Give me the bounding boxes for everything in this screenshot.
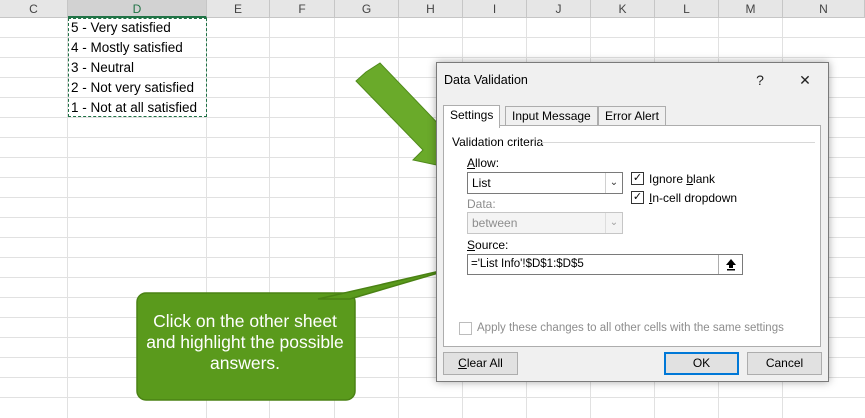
column-header-l[interactable]: L	[655, 0, 719, 18]
source-input-value: ='List Info'!$D$1:$D$5	[471, 258, 584, 270]
source-label-text: ource:	[475, 238, 509, 252]
tab-error-alert[interactable]: Error Alert	[598, 106, 667, 126]
settings-panel: Validation criteria Allow: List ⌄ ✓ Igno…	[443, 125, 821, 347]
allow-dropdown-value: List	[472, 176, 491, 190]
close-button[interactable]: ✕	[794, 69, 816, 91]
source-label-accesskey: S	[467, 238, 476, 252]
allow-dropdown[interactable]: List ⌄	[467, 172, 623, 194]
apply-all-label: Apply these changes to all other cells w…	[477, 322, 784, 334]
column-header-c[interactable]: C	[0, 0, 68, 18]
column-header-n[interactable]: N	[783, 0, 865, 18]
callout-text: Click on the other sheet and highlight t…	[146, 311, 344, 373]
data-dropdown-value: between	[472, 216, 518, 230]
column-header-row: C D E F G H I J K L M N	[0, 0, 865, 18]
column-header-j[interactable]: J	[527, 0, 591, 18]
data-label: Data:	[467, 197, 496, 211]
ignore-blank-label[interactable]: Ignore blank	[649, 172, 715, 186]
allow-label-text: llow:	[475, 156, 500, 170]
copy-selection-border	[68, 18, 207, 117]
ignore-blank-label-text-end: lank	[693, 172, 716, 186]
data-validation-dialog: Data Validation ? ✕ Settings Input Messa…	[436, 62, 829, 382]
ok-button[interactable]: OK	[664, 352, 739, 375]
allow-label-accesskey: A	[467, 156, 476, 170]
cancel-button[interactable]: Cancel	[747, 352, 822, 375]
column-header-h[interactable]: H	[399, 0, 463, 18]
allow-label: Allow:	[467, 156, 499, 170]
column-header-f[interactable]: F	[270, 0, 335, 18]
source-input[interactable]: ='List Info'!$D$1:$D$5	[467, 254, 743, 275]
section-divider	[540, 142, 815, 143]
in-cell-dropdown-label-text: n-cell dropdown	[652, 191, 738, 205]
column-header-m[interactable]: M	[719, 0, 783, 18]
collapse-dialog-button[interactable]	[718, 255, 742, 274]
ignore-blank-checkbox[interactable]: ✓	[631, 172, 644, 185]
upload-arrow-icon	[725, 259, 736, 271]
chevron-down-icon: ⌄	[605, 213, 622, 233]
clear-all-accesskey: C	[458, 356, 467, 370]
help-button[interactable]: ?	[749, 69, 771, 91]
tab-input-message[interactable]: Input Message	[505, 106, 598, 126]
in-cell-dropdown-label[interactable]: In-cell dropdown	[649, 191, 737, 205]
validation-criteria-heading: Validation criteria	[452, 135, 544, 149]
tab-settings[interactable]: Settings	[443, 105, 501, 128]
apply-all-checkbox	[459, 322, 472, 335]
column-header-d[interactable]: D	[68, 0, 207, 18]
column-header-k[interactable]: K	[591, 0, 655, 18]
column-header-g[interactable]: G	[335, 0, 399, 18]
clear-all-label: lear All	[466, 356, 503, 370]
source-label: Source:	[467, 238, 508, 252]
ignore-blank-label-text: Ignore	[649, 172, 687, 186]
column-header-e[interactable]: E	[207, 0, 270, 18]
in-cell-dropdown-checkbox[interactable]: ✓	[631, 191, 644, 204]
chevron-down-icon[interactable]: ⌄	[605, 173, 622, 193]
gridline	[398, 18, 399, 418]
dialog-title: Data Validation	[444, 73, 528, 87]
gridline	[0, 397, 865, 398]
data-dropdown: between ⌄	[467, 212, 623, 234]
column-header-i[interactable]: I	[463, 0, 527, 18]
clear-all-button[interactable]: Clear All	[443, 352, 518, 375]
